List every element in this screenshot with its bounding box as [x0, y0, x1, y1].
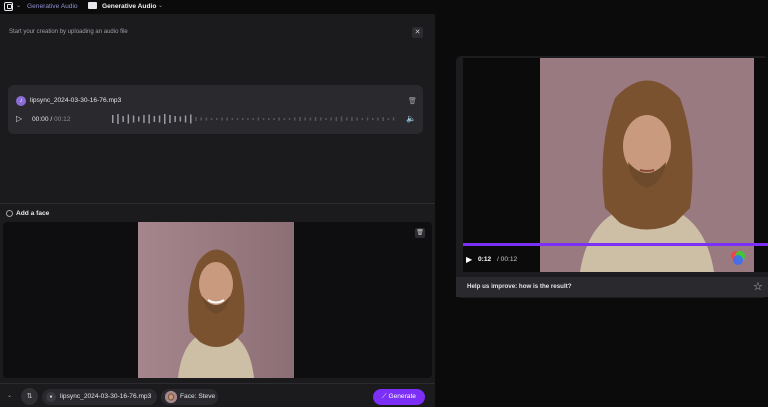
generate-button[interactable]: ⟋ Generate [373, 389, 425, 405]
waveform-bar [216, 118, 218, 120]
feedback-prompt: Help us improve: how is the result? [467, 283, 572, 290]
divider [0, 203, 435, 204]
waveform-bar [273, 118, 275, 120]
waveform-bar [143, 115, 145, 123]
audio-card [8, 85, 423, 134]
waveform-bar [335, 117, 338, 121]
swap-icon[interactable]: ⇅ [21, 388, 38, 405]
waveform-bar [268, 118, 270, 120]
waveform-bar [195, 117, 197, 121]
waveform-bar [366, 117, 369, 121]
mic-icon: ● [46, 392, 56, 402]
waveform-bar [314, 117, 317, 121]
video-current-time: 0:12 [478, 256, 492, 263]
trash-icon[interactable]: 🗑 [415, 228, 425, 238]
waveform-bar [221, 117, 223, 121]
waveform-bar [236, 118, 239, 120]
waveform-bar [330, 117, 332, 121]
waveform-bar [382, 117, 384, 121]
waveform-bar [283, 118, 286, 120]
waveform-bar [148, 114, 150, 124]
waveform-bar [164, 114, 166, 124]
waveform-bar [184, 115, 187, 123]
waveform-bar [309, 117, 312, 121]
waveform-bar [247, 118, 249, 120]
waveform-bar [392, 117, 395, 121]
chevron-down-icon[interactable]: ⌄ [158, 0, 163, 13]
waveform-bar [210, 118, 213, 120]
waveform-bar [174, 116, 176, 122]
waveform-bar [304, 117, 306, 121]
video-progress-bar[interactable] [463, 243, 768, 246]
video-duration: / 00:12 [497, 256, 518, 263]
result-video-frame[interactable] [540, 58, 754, 272]
audio-file-icon: ♪ [16, 96, 26, 106]
waveform-bar [325, 118, 327, 120]
waveform-bar [122, 116, 124, 122]
waveform-bar [377, 117, 379, 121]
face-image[interactable] [138, 222, 294, 378]
waveform-bar [138, 116, 140, 122]
logo-icon[interactable] [4, 2, 13, 11]
face-icon [6, 210, 13, 217]
waveform-bar [288, 118, 291, 120]
waveform-bar [294, 117, 296, 121]
waveform-bar [231, 118, 234, 120]
star-icon[interactable]: ☆ [753, 280, 763, 293]
waveform-bar [158, 115, 161, 123]
waveform-bar [262, 118, 265, 120]
waveform-bar [132, 115, 135, 123]
folder-icon [88, 2, 97, 9]
waveform-bar [346, 117, 348, 121]
waveform-bar [320, 117, 322, 121]
waveform-bar [361, 118, 364, 120]
waveform-bar [278, 117, 280, 121]
add-face-title: Add a face [16, 210, 50, 217]
waveform-bar [190, 114, 192, 124]
waveform-bar [257, 117, 260, 121]
waveform-bar [117, 114, 119, 124]
waveform-bar [356, 117, 358, 121]
trash-icon[interactable]: 🗑 [408, 97, 417, 105]
face-thumbnail [165, 391, 177, 403]
play-icon[interactable]: ▶ [466, 255, 472, 264]
waveform-bar [226, 117, 228, 121]
waveform-bar [112, 115, 114, 123]
close-icon[interactable]: ✕ [412, 27, 423, 38]
waveform-bar [299, 117, 301, 121]
waveform-bar [242, 118, 244, 120]
breadcrumb-project[interactable]: Generative Audio [27, 0, 78, 13]
audio-file-name: lipsync_2024-03-30-16-76.mp3 [30, 97, 122, 104]
audio-waveform[interactable] [112, 113, 397, 125]
audio-time: 00:00 / 00:12 [32, 116, 71, 123]
waveform-bar [179, 116, 182, 122]
face-chip-label: Face: Steve [180, 393, 216, 400]
volume-icon[interactable]: 🔈 [406, 114, 416, 123]
waveform-bar [252, 118, 254, 120]
play-icon[interactable]: ▷ [16, 114, 22, 123]
chevron-down-icon[interactable]: ⌄ [16, 0, 21, 13]
waveform-bar [127, 114, 130, 124]
audio-chip-label: lipsync_2024-03-30-16-76.mp3 [60, 393, 152, 400]
upload-hint: Start your creation by uploading an audi… [9, 29, 128, 35]
waveform-bar [351, 117, 353, 121]
waveform-bar [387, 118, 390, 120]
breadcrumb-folder[interactable]: Generative Audio [102, 0, 156, 13]
color-wheel-icon[interactable] [729, 249, 747, 267]
waveform-bar [372, 118, 374, 120]
chevron-down-icon[interactable]: ⌄ [7, 392, 12, 399]
waveform-bar [153, 116, 156, 122]
waveform-bar [200, 117, 202, 121]
waveform-bar [169, 115, 171, 123]
waveform-bar [340, 116, 343, 122]
waveform-bar [205, 117, 208, 121]
